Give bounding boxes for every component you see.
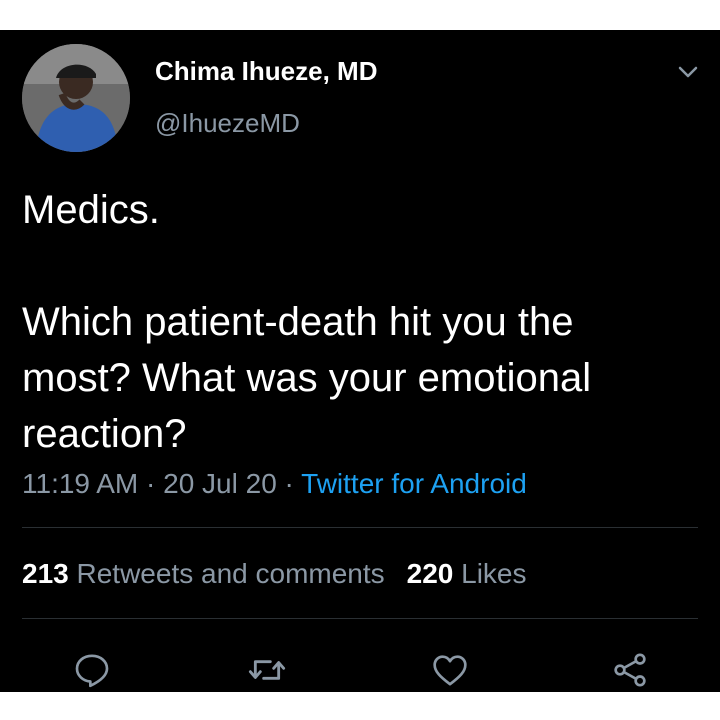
- heart-icon: [433, 655, 467, 686]
- share-button[interactable]: [608, 648, 652, 692]
- retweets-stat[interactable]: 213 Retweets and comments: [22, 558, 385, 589]
- meta-separator: ·: [138, 468, 164, 499]
- tweet-source-link[interactable]: Twitter for Android: [301, 468, 527, 499]
- author-display-name[interactable]: Chima Ihueze, MD: [155, 56, 377, 87]
- tweet-time: 11:19 AM: [22, 468, 139, 499]
- divider: [22, 527, 698, 528]
- retweet-icon: [248, 660, 286, 680]
- tweet-stats: 213 Retweets and comments 220 Likes: [22, 558, 527, 590]
- chevron-down-icon[interactable]: [674, 60, 702, 84]
- likes-stat[interactable]: 220 Likes: [407, 558, 527, 589]
- like-button[interactable]: [428, 648, 472, 692]
- tweet-line-2: Which patient-death hit you the most? Wh…: [22, 300, 592, 456]
- tweet-text: Medics. Which patient-death hit you the …: [22, 182, 692, 462]
- author-handle[interactable]: @IhuezeMD: [155, 108, 300, 139]
- divider: [22, 618, 698, 619]
- tweet-date[interactable]: 20 Jul 20: [163, 468, 277, 499]
- tweet-card: Chima Ihueze, MD @IhuezeMD Medics. Which…: [0, 30, 720, 692]
- reply-icon: [75, 654, 109, 688]
- retweets-label: Retweets and comments: [76, 558, 385, 589]
- meta-separator: ·: [276, 468, 302, 499]
- share-icon: [614, 653, 646, 687]
- avatar[interactable]: [22, 44, 130, 152]
- retweet-button[interactable]: [245, 648, 289, 692]
- likes-count: 220: [406, 558, 454, 589]
- reply-button[interactable]: [70, 648, 114, 692]
- tweet-line-1: Medics.: [22, 188, 160, 232]
- likes-label: Likes: [461, 558, 527, 589]
- tweet-meta: 11:19 AM · 20 Jul 20 · Twitter for Andro…: [22, 468, 527, 500]
- retweets-count: 213: [22, 558, 69, 589]
